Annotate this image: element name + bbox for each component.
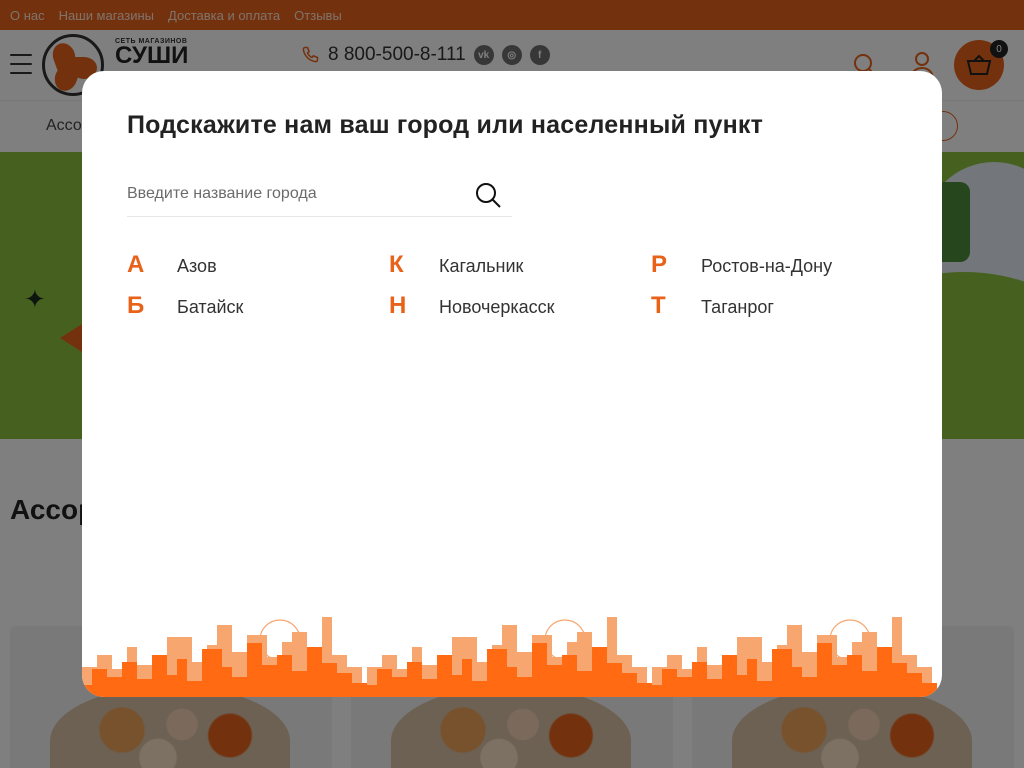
city-letter: Т [651, 292, 666, 319]
city-group-t: Т Таганрог [651, 292, 774, 320]
city-link-kagalnik[interactable]: Кагальник [439, 256, 523, 277]
city-letter: Б [127, 292, 145, 319]
city-letter: А [127, 251, 145, 278]
city-group-a: А Азов [127, 251, 217, 279]
search-icon[interactable] [474, 181, 502, 209]
city-link-novocherkassk[interactable]: Новочеркасск [439, 297, 555, 318]
city-skyline-illustration [82, 616, 938, 697]
city-link-bataysk[interactable]: Батайск [177, 297, 243, 318]
city-group-b: Б Батайск [127, 292, 243, 320]
city-link-taganrog[interactable]: Таганрог [701, 297, 774, 318]
city-search-input[interactable] [127, 179, 457, 209]
city-select-modal: Подскажите нам ваш город или населенный … [82, 71, 942, 697]
city-group-n: Н Новочеркасск [389, 292, 555, 320]
city-group-r: Р Ростов-на-Дону [651, 251, 832, 279]
modal-title: Подскажите нам ваш город или населенный … [127, 111, 764, 139]
city-letter: К [389, 251, 404, 278]
city-link-azov[interactable]: Азов [177, 256, 217, 277]
city-letter: Р [651, 251, 668, 278]
city-group-k: К Кагальник [389, 251, 523, 279]
city-search [127, 179, 512, 217]
city-link-rostov[interactable]: Ростов-на-Дону [701, 256, 832, 277]
city-letter: Н [389, 292, 407, 319]
